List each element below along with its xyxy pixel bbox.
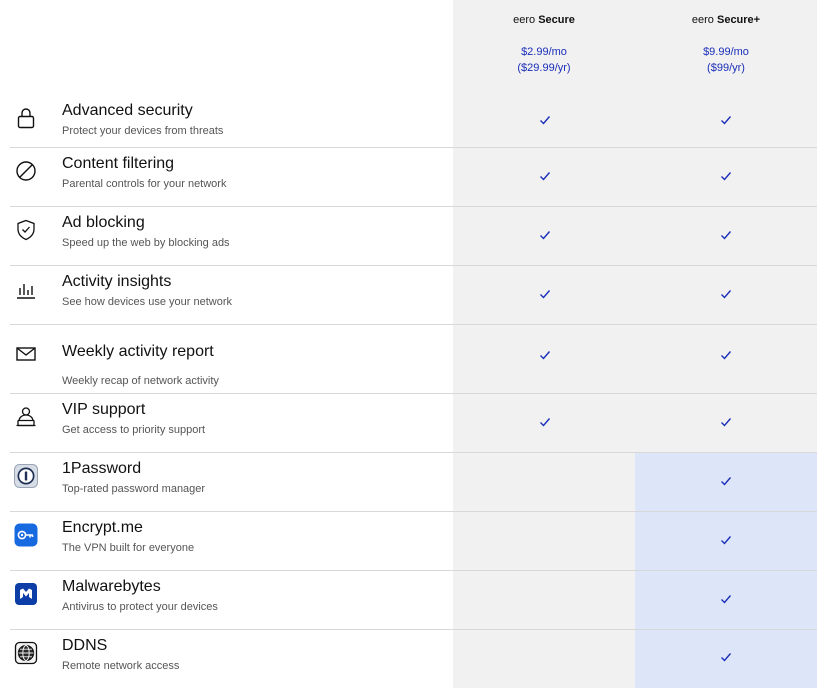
feature-subtitle: Remote network access (62, 660, 180, 672)
checkmark-icon (719, 169, 733, 183)
plan-price: $2.99/mo ($29.99/yr) (517, 46, 571, 74)
checkmark-icon (719, 533, 733, 547)
feature-row: Advanced security Protect your devices fr… (10, 95, 817, 148)
checkmark-icon (719, 474, 733, 488)
1password-logo-icon (14, 464, 38, 488)
feature-subtitle: Weekly recap of network activity (62, 375, 219, 387)
feature-title: Encrypt.me (62, 519, 143, 536)
checkmark-icon (538, 113, 552, 127)
feature-row: Ad blocking Speed up the web by blocking … (10, 207, 817, 266)
checkmark-icon (719, 287, 733, 301)
plan-name: eero Secure (513, 14, 575, 26)
feature-subtitle: Top-rated password manager (62, 483, 206, 495)
feature-row: Activity insights See how devices use you… (10, 266, 817, 325)
feature-subtitle: Parental controls for your network (62, 178, 227, 190)
feature-title: 1Password (62, 460, 142, 477)
plan-name: eero Secure+ (691, 14, 761, 26)
feature-row: Malwarebytes Antivirus to protect your de… (10, 571, 817, 630)
feature-row: 1Password Top-rated password manager (10, 453, 817, 512)
checkmark-icon (538, 287, 552, 301)
feature-subtitle: The VPN built for everyone (62, 542, 195, 554)
checkmark-icon (538, 228, 552, 242)
checkmark-icon (719, 650, 733, 664)
feature-row: VIP support Get access to priority suppor… (10, 394, 817, 453)
bar-chart-icon (14, 277, 38, 301)
feature-title: Malwarebytes (62, 578, 161, 595)
feature-subtitle: See how devices use your network (62, 296, 232, 308)
checkmark-icon (538, 415, 552, 429)
checkmark-icon (719, 113, 733, 127)
checkmark-icon (719, 228, 733, 242)
checkmark-icon (538, 348, 552, 362)
globe-icon (14, 641, 38, 665)
feature-title: Content filtering (62, 155, 175, 172)
encryptme-logo-icon (14, 523, 38, 547)
envelope-icon (14, 342, 38, 366)
feature-title: DDNS (62, 637, 108, 654)
feature-title: VIP support (62, 401, 146, 418)
support-agent-icon (14, 405, 38, 429)
feature-title: Ad blocking (62, 214, 145, 231)
feature-subtitle: Antivirus to protect your devices (62, 601, 218, 613)
checkmark-icon (719, 415, 733, 429)
feature-title: Activity insights (62, 273, 172, 290)
plan-header-secure: eero Secure $2.99/mo ($29.99/yr) (453, 14, 635, 76)
feature-title: Weekly activity report (62, 343, 214, 360)
feature-subtitle: Speed up the web by blocking ads (62, 237, 230, 249)
checkmark-icon (719, 348, 733, 362)
feature-row: DDNS Remote network access (10, 630, 817, 687)
block-icon (14, 159, 38, 183)
feature-row: Weekly activity report Weekly recap of ne… (10, 325, 817, 394)
malwarebytes-logo-icon (14, 582, 38, 606)
checkmark-icon (719, 592, 733, 606)
lock-icon (14, 106, 38, 130)
plan-header-secure-plus: eero Secure+ $9.99/mo ($99/yr) (635, 14, 817, 76)
feature-row: Content filtering Parental controls for y… (10, 148, 817, 207)
shield-check-icon (14, 218, 38, 242)
feature-row: Encrypt.me The VPN built for everyone (10, 512, 817, 571)
checkmark-icon (538, 169, 552, 183)
feature-subtitle: Protect your devices from threats (62, 125, 224, 137)
feature-title: Advanced security (62, 102, 193, 119)
plan-price: $9.99/mo ($99/yr) (703, 46, 749, 74)
feature-subtitle: Get access to priority support (62, 424, 206, 436)
